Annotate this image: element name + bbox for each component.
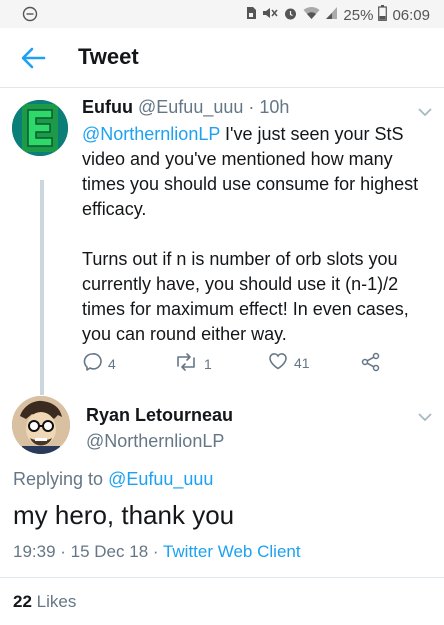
tweet-actions: 4 1 41: [82, 352, 392, 374]
tweet-time: · 10h: [248, 97, 290, 117]
avatar[interactable]: [12, 100, 68, 156]
replying-to-link[interactable]: @Eufuu_uuu: [108, 469, 213, 489]
heart-icon: [268, 352, 288, 373]
client-link[interactable]: Twitter Web Client: [163, 542, 301, 561]
app-bar: Tweet: [0, 28, 444, 88]
chevron-down-icon[interactable]: [418, 104, 432, 122]
replying-to: Replying to @Eufuu_uuu: [13, 469, 213, 490]
tweet-text: my hero, thank you: [13, 500, 235, 530]
tweet-text: @NorthernlionLP I've just seen your StS …: [82, 122, 432, 347]
replying-prefix: Replying to: [13, 469, 109, 489]
avatar[interactable]: [12, 396, 70, 454]
tweet-timestamp: 19:39 · 15 Dec 18 · Twitter Web Client: [13, 542, 301, 562]
page-title: Tweet: [78, 44, 139, 69]
tweet-text-line2: Turns out if n is number of orb slots yo…: [82, 249, 409, 344]
reply-button[interactable]: 4: [82, 352, 116, 375]
alarm-icon: [283, 6, 298, 25]
signal-icon: [325, 6, 338, 24]
likes-count: 22: [13, 592, 32, 611]
mute-icon: [262, 6, 278, 24]
author-name[interactable]: Eufuu: [82, 97, 133, 117]
minus-circle-icon: [22, 6, 38, 27]
sim-icon: [245, 6, 257, 24]
share-button[interactable]: [361, 352, 381, 375]
mention-link[interactable]: @NorthernlionLP: [82, 124, 220, 144]
back-arrow-icon[interactable]: [20, 46, 46, 70]
tweet-header: Eufuu @Eufuu_uuu · 10h: [82, 97, 289, 118]
reply-count: 4: [108, 355, 116, 372]
status-bar: 25% 06:09: [0, 0, 444, 28]
battery-icon: [378, 5, 388, 25]
like-count: 41: [294, 354, 310, 371]
status-icons: 25% 06:09: [245, 5, 430, 25]
author-handle[interactable]: @Eufuu_uuu: [138, 97, 243, 117]
retweet-count: 1: [204, 355, 212, 372]
retweet-button[interactable]: 1: [174, 352, 212, 375]
like-button[interactable]: 41: [268, 352, 310, 373]
tweet-datetime: 19:39 · 15 Dec 18 ·: [13, 542, 163, 561]
thread-connector: [40, 180, 44, 395]
battery-percent: 25%: [343, 6, 374, 24]
clock: 06:09: [392, 6, 430, 24]
author-name[interactable]: Ryan Letourneau: [86, 405, 233, 426]
likes-label: Likes: [31, 592, 77, 611]
divider: [0, 577, 444, 578]
likes-summary[interactable]: 22 Likes: [13, 592, 76, 612]
chevron-down-icon[interactable]: [418, 409, 432, 427]
reply-icon: [82, 352, 102, 375]
share-icon: [361, 352, 381, 375]
wifi-icon: [303, 6, 320, 24]
retweet-icon: [174, 352, 198, 375]
author-handle[interactable]: @NorthernlionLP: [86, 431, 224, 452]
